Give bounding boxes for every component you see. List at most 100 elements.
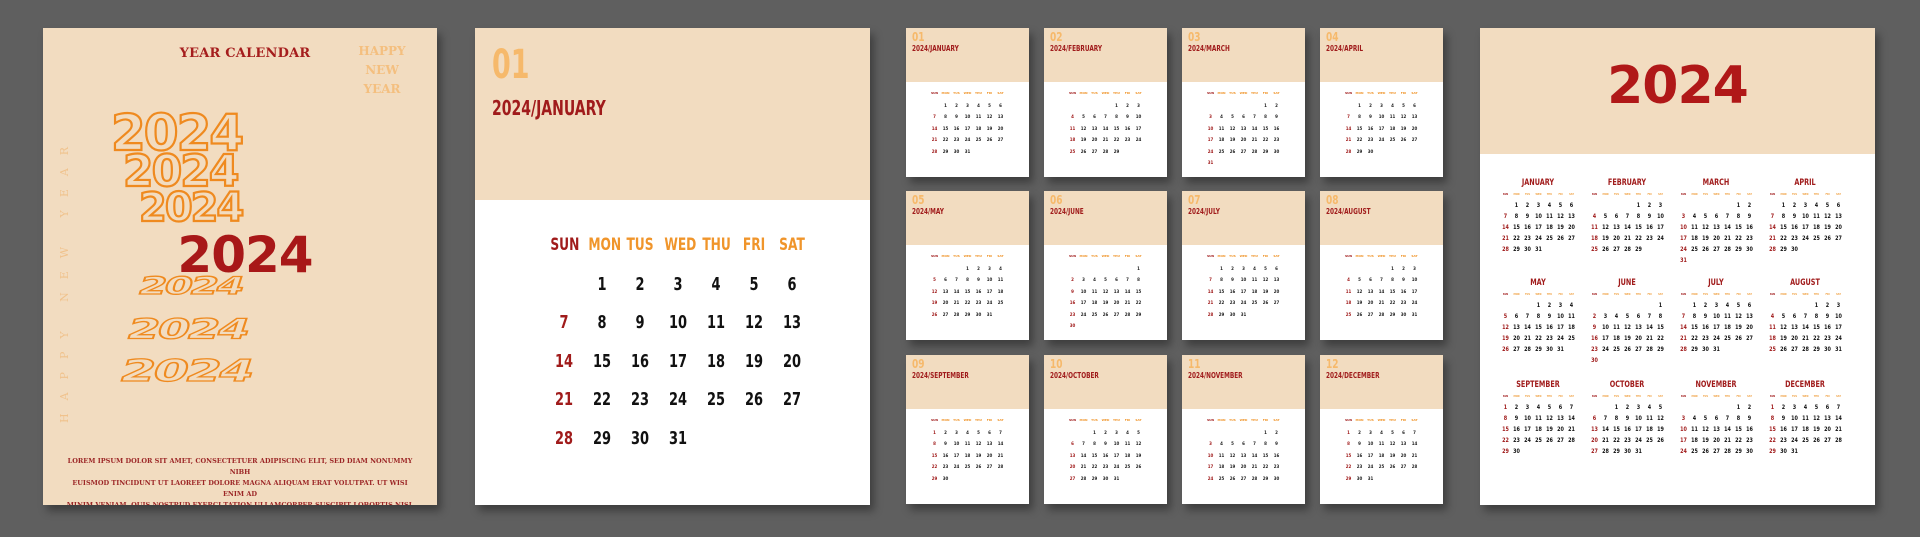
- day-cell: 4: [1071, 114, 1074, 119]
- year-month-november: NOVEMBER SUN MON TUS WED THU FRI SAT 1 2 3 4 5 6 7 8 9 10…: [1676, 379, 1756, 457]
- day-cell: 26: [975, 464, 982, 469]
- year-month-july: JULY SUN MON TUS WED THU FRI SAT 1 2 3 4 5 6 7 8 9 10 11 12…: [1676, 277, 1756, 355]
- month-card-january: 01 2024/JANUARY SUN MON TUS WED THU FRI SAT 1 2 3 4 5…: [906, 28, 1029, 177]
- day-cell: 14: [1251, 125, 1258, 131]
- day-cell: 21: [1102, 137, 1109, 142]
- day-cell: 22: [1691, 334, 1698, 342]
- weekday-header: SAT: [1836, 192, 1841, 196]
- weekday-header: MON: [1691, 394, 1698, 398]
- day-cell: 10: [1080, 288, 1087, 294]
- day-cell: 30: [1273, 475, 1280, 481]
- day-cell: 13: [1568, 212, 1575, 220]
- day-cell: 29: [964, 311, 971, 317]
- day-cell: 7: [1569, 403, 1574, 411]
- card-day-grid: SUN MON TUS WED THU FRI SAT 1 2 3 4 5 6 7 8 9 10 11 12 13 14…: [1205, 251, 1282, 320]
- weekday-header: WED: [1377, 254, 1386, 258]
- day-cell: 17: [1411, 288, 1418, 294]
- day-cell: 28: [1602, 447, 1609, 455]
- day-cell: 28: [1802, 345, 1809, 353]
- day-cell: 2: [1104, 429, 1107, 435]
- day-cell: 2: [1825, 301, 1830, 309]
- day-cell: 14: [1378, 288, 1385, 294]
- happy-new-year-corner: HAPPY NEW YEAR: [347, 42, 417, 99]
- year-title: 2024: [1607, 56, 1749, 116]
- day-cell: 5: [1625, 312, 1630, 320]
- day-cell: 26: [1557, 234, 1564, 242]
- day-cell: 27: [1591, 447, 1598, 455]
- day-cell: 22: [1502, 436, 1509, 444]
- day-cell: 22: [1513, 234, 1520, 242]
- day-cell: 7: [1725, 212, 1730, 220]
- day-cell: 25: [1813, 234, 1820, 242]
- day-cell: 29: [1502, 447, 1509, 455]
- day-cell: 12: [1780, 323, 1787, 331]
- day-cell: 13: [1400, 441, 1407, 446]
- day-cell: 22: [1262, 464, 1269, 469]
- day-cell: 23: [1102, 464, 1109, 469]
- day-cell: 6: [1369, 277, 1372, 282]
- day-cell: 19: [1702, 436, 1709, 444]
- weekday-header: THU: [1113, 418, 1120, 422]
- weekday-header: MON: [1079, 254, 1088, 258]
- day-cell: 4: [1220, 114, 1223, 119]
- weekday-header: TUS: [1367, 254, 1374, 258]
- day-cell: 7: [1104, 114, 1107, 119]
- day-cell: 29: [1345, 475, 1352, 481]
- day-cell: 27: [997, 137, 1004, 142]
- day-cell: 9: [944, 441, 947, 446]
- day-cell: 19: [1502, 334, 1509, 342]
- day-cell: 8: [1614, 414, 1619, 422]
- day-cell: 17: [1080, 300, 1087, 305]
- day-cell: 2: [1231, 265, 1234, 271]
- day-cell: 23: [1624, 436, 1631, 444]
- day-cell: 10: [1557, 312, 1564, 320]
- day-cell: 12: [1824, 212, 1831, 220]
- day-cell: 8: [1503, 414, 1508, 422]
- day-cell: 27: [1411, 137, 1418, 142]
- day-cell: 26: [1135, 464, 1142, 469]
- empty-cell: [1067, 427, 1078, 439]
- day-cell: 25: [1591, 245, 1598, 253]
- day-cell: 14: [554, 350, 574, 372]
- day-cell: 9: [635, 312, 645, 333]
- day-cell: 29: [1769, 447, 1776, 455]
- day-cell: 20: [1613, 234, 1620, 242]
- weekday-header: FRI: [1400, 91, 1407, 95]
- day-cell: 8: [1358, 114, 1361, 119]
- day-cell: 3: [1380, 102, 1383, 108]
- day-cell: 31: [986, 311, 993, 317]
- day-cell: 11: [1691, 223, 1698, 231]
- day-cell: 3: [1413, 265, 1416, 271]
- day-cell: 11: [1251, 277, 1258, 282]
- day-cell: 16: [1780, 425, 1787, 433]
- day-cell: 28: [1646, 345, 1653, 353]
- day-cell: 19: [1546, 425, 1553, 433]
- empty-cell: [951, 263, 962, 275]
- day-cell: 17: [1635, 425, 1642, 433]
- weekday-header: SAT: [1135, 91, 1142, 95]
- day-cell: 22: [1135, 300, 1142, 305]
- day-cell: 26: [1735, 334, 1742, 342]
- day-cell: 7: [1347, 114, 1350, 119]
- day-cell: 25: [706, 389, 726, 410]
- day-cell: 26: [1400, 137, 1407, 142]
- day-cell: 14: [1568, 414, 1575, 422]
- day-cell: 5: [749, 273, 759, 295]
- day-cell: 7: [1681, 312, 1686, 320]
- day-cell: 7: [559, 312, 569, 333]
- day-cell: 7: [1725, 414, 1730, 422]
- day-cell: 23: [975, 300, 982, 305]
- day-cell: 16: [1124, 125, 1131, 131]
- empty-cell: [1376, 263, 1387, 275]
- day-cell: 14: [1502, 223, 1509, 231]
- empty-cell: [1712, 402, 1720, 413]
- day-cell: 14: [1207, 288, 1214, 294]
- day-cell: 1: [1781, 201, 1786, 209]
- day-cell: 27: [1367, 311, 1374, 317]
- day-cell: 31: [1557, 345, 1564, 353]
- day-cell: 7: [1413, 429, 1416, 435]
- day-cell: 24: [1378, 137, 1385, 142]
- day-cell: 23: [1591, 345, 1598, 353]
- day-cell: 12: [1502, 323, 1509, 331]
- day-cell: 9: [977, 277, 980, 282]
